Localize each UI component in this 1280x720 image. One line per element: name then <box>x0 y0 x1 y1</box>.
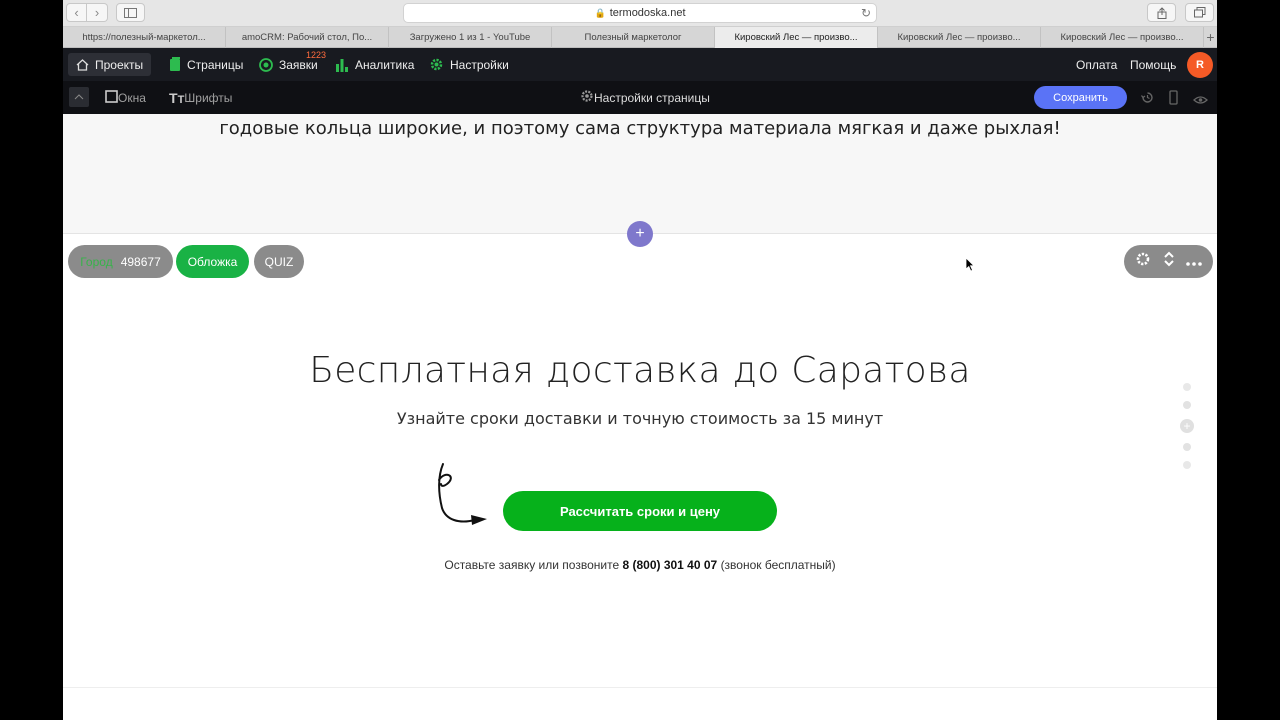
pages-button[interactable]: Страницы <box>169 48 243 81</box>
block-city-tag[interactable]: Город 498677 <box>68 245 173 278</box>
quiz-tag-button[interactable]: QUIZ <box>254 245 304 278</box>
help-link[interactable]: Помощь <box>1130 48 1176 81</box>
side-dot <box>1183 383 1191 391</box>
lock-icon: 🔒 <box>594 7 606 18</box>
target-icon <box>259 57 273 72</box>
browser-tab[interactable]: Кировский Лес — произво... <box>878 27 1041 48</box>
payment-link[interactable]: Оплата <box>1076 48 1117 81</box>
settings-label: Настройки <box>450 57 509 72</box>
windows-label: Окна <box>118 90 146 105</box>
call-note-suffix: (звонок бесплатный) <box>720 558 836 572</box>
block-tools <box>1124 245 1213 278</box>
side-add-icon[interactable]: + <box>1180 419 1194 433</box>
fonts-label: Шрифты <box>184 90 233 105</box>
page-canvas: годовые кольца широкие, и поэтому сама с… <box>63 114 1217 720</box>
side-dot <box>1183 461 1191 469</box>
projects-label: Проекты <box>95 57 144 72</box>
gear-icon <box>429 57 444 72</box>
fonts-button[interactable]: TT Шрифты <box>169 81 232 114</box>
history-icon[interactable] <box>1140 90 1155 110</box>
sidebar-icon <box>124 7 137 18</box>
sidebar-toggle-button[interactable] <box>116 3 145 22</box>
editor-topbar: Проекты Страницы Заявки 1223 Аналитика Н <box>63 48 1217 81</box>
tab-strip: https://полезный-маркетол... amoCRM: Раб… <box>63 27 1217 48</box>
previous-block: годовые кольца широкие, и поэтому сама с… <box>63 114 1217 234</box>
block-side-controls: + <box>1180 378 1194 474</box>
browser-right-tools <box>1147 3 1214 22</box>
add-block-button[interactable]: + <box>627 221 653 247</box>
cover-tag-button[interactable]: Обложка <box>176 245 249 278</box>
previous-block-text: годовые кольца широкие, и поэтому сама с… <box>219 118 1061 139</box>
app-window: ‹ › 🔒 termodoska.net ↻ https://полезный-… <box>63 0 1217 720</box>
gear-icon <box>580 89 594 106</box>
eye-icon[interactable] <box>1193 92 1208 110</box>
hand-drawn-arrow-icon <box>435 462 491 533</box>
share-button[interactable] <box>1147 3 1176 22</box>
address-bar[interactable]: 🔒 termodoska.net ↻ <box>403 3 877 23</box>
page-settings-label: Настройки страницы <box>594 90 710 105</box>
back-button[interactable]: ‹ <box>66 3 87 22</box>
calculate-button[interactable]: Рассчитать сроки и цену <box>503 491 777 531</box>
city-tag-label: Город <box>80 254 113 269</box>
share-icon <box>1157 6 1166 19</box>
history-nav: ‹ › <box>66 3 108 22</box>
move-block-icon[interactable] <box>1163 251 1175 272</box>
browser-tab[interactable]: Загружено 1 из 1 - YouTube <box>389 27 552 48</box>
analytics-label: Аналитика <box>355 57 415 72</box>
browser-tab[interactable]: Полезный маркетолог <box>552 27 715 48</box>
reload-icon[interactable]: ↻ <box>861 6 871 20</box>
windows-button[interactable]: Окна <box>105 81 146 114</box>
block-settings-gear-icon[interactable] <box>1135 251 1151 272</box>
avatar[interactable]: R <box>1187 52 1213 78</box>
pages-label: Страницы <box>187 57 244 72</box>
bar-chart-icon <box>335 58 349 72</box>
home-icon <box>76 58 89 71</box>
browser-toolbar: ‹ › 🔒 termodoska.net ↻ <box>63 0 1217 27</box>
chevron-up-icon <box>74 94 84 100</box>
browser-tab-active[interactable]: Кировский Лес — произво... <box>715 27 878 48</box>
city-tag-value: 498677 <box>120 254 161 269</box>
leads-count-badge: 1223 <box>306 50 327 60</box>
browser-tab[interactable]: https://полезный-маркетол... <box>63 27 226 48</box>
url-text: termodoska.net <box>609 7 686 19</box>
editor-subbar: Окна TT Шрифты Настройки страницы Сохран… <box>63 81 1217 114</box>
tabs-icon <box>1193 7 1205 18</box>
side-dot <box>1183 443 1191 451</box>
side-dot <box>1183 401 1191 409</box>
collapse-button[interactable] <box>69 87 89 107</box>
call-note-prefix: Оставьте заявку или позвоните <box>444 558 620 572</box>
page-settings-button[interactable]: Настройки страницы <box>580 81 710 114</box>
mouse-cursor-icon <box>965 257 975 277</box>
mobile-preview-icon[interactable] <box>1169 90 1178 110</box>
more-options-icon[interactable] <box>1185 253 1202 271</box>
browser-tab[interactable]: amoCRM: Рабочий стол, По... <box>226 27 389 48</box>
cover-headline: Бесплатная доставка до Саратова <box>309 350 971 391</box>
phone-number[interactable]: 8 (800) 301 40 07 <box>622 558 717 572</box>
projects-button[interactable]: Проекты <box>68 53 152 76</box>
settings-button[interactable]: Настройки <box>429 48 509 81</box>
block-divider <box>63 687 1217 688</box>
analytics-button[interactable]: Аналитика <box>335 48 414 81</box>
cover-subheadline: Узнайте сроки доставки и точную стоимост… <box>396 409 884 428</box>
browser-tab[interactable]: Кировский Лес — произво... <box>1041 27 1204 48</box>
tabs-overview-button[interactable] <box>1185 3 1214 22</box>
new-tab-button[interactable]: + <box>1204 27 1217 47</box>
pages-icon <box>169 57 181 72</box>
call-note: Оставьте заявку или позвоните 8 (800) 30… <box>63 558 1217 572</box>
forward-button[interactable]: › <box>87 3 108 22</box>
window-icon <box>105 89 118 106</box>
font-icon: TT <box>169 89 185 106</box>
save-button[interactable]: Сохранить <box>1034 86 1127 109</box>
